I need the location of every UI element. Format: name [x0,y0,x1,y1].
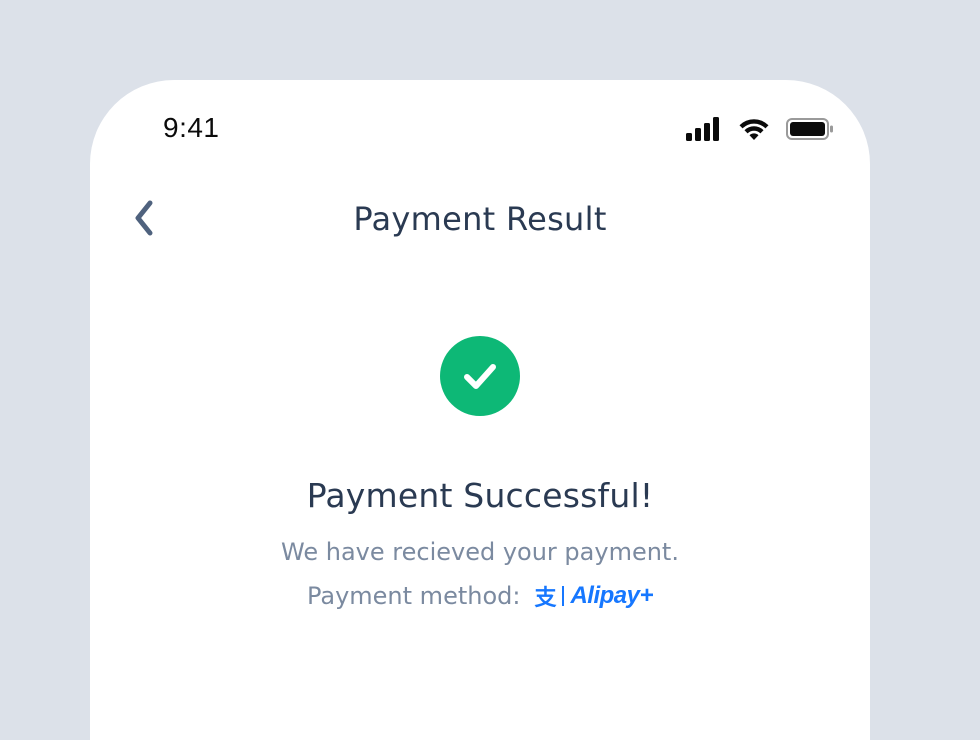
payment-method-label: Payment method: [306,582,521,610]
nav-bar: Payment Result [90,190,870,250]
status-bar: 9:41 [90,80,870,180]
signal-icon [686,117,722,141]
result-title: Payment Successful! [306,476,654,515]
battery-icon [786,117,834,141]
alipay-plus-logo: 支 Alipay+ [534,580,653,612]
status-icons [686,117,834,141]
page-title: Payment Result [353,200,607,238]
logo-divider [562,586,565,606]
payment-method-row: Payment method: 支 Alipay+ [90,580,870,612]
wifi-icon [738,117,770,141]
check-circle-icon [440,336,520,416]
result-subtitle: We have recieved your payment. [281,538,679,566]
alipay-char: 支 [534,586,557,611]
alipay-word: Alipay+ [570,582,654,609]
status-time: 9:41 [163,112,220,143]
phone-screen: 9:41 Payment Result Payment Successful! … [90,80,870,740]
